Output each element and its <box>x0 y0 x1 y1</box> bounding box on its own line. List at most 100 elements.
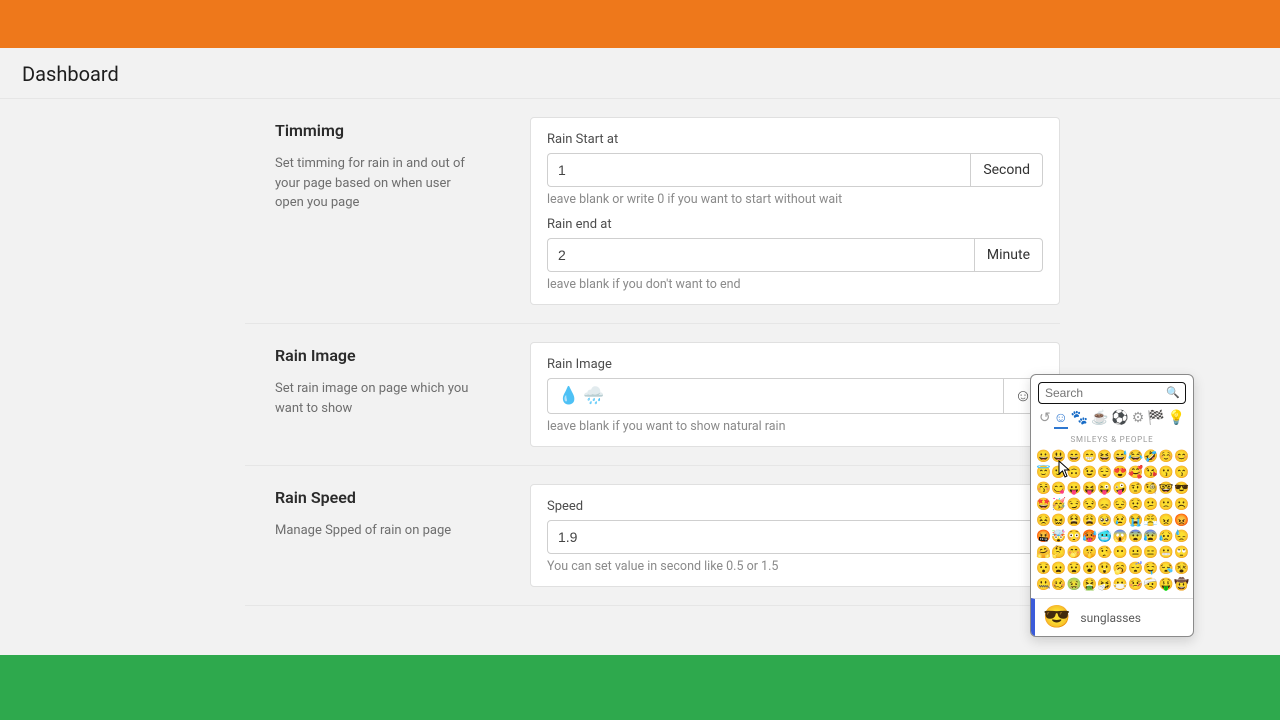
emoji-cell[interactable]: 😔 <box>1113 497 1127 511</box>
emoji-cell[interactable]: 😩 <box>1082 513 1096 527</box>
emoji-cell[interactable]: 😎 <box>1174 481 1188 495</box>
emoji-cell[interactable]: 😪 <box>1159 561 1173 575</box>
emoji-cell[interactable]: 😓 <box>1174 529 1188 543</box>
emoji-cell[interactable]: 😧 <box>1067 561 1081 575</box>
emoji-cell[interactable]: 😰 <box>1143 529 1157 543</box>
emoji-cell[interactable]: 😟 <box>1128 497 1142 511</box>
emoji-cell[interactable]: 🤤 <box>1143 561 1157 575</box>
emoji-cat-flags-icon[interactable]: 🏁 <box>1147 411 1164 429</box>
emoji-cell[interactable]: 🤯 <box>1051 529 1065 543</box>
emoji-cell[interactable]: 😛 <box>1067 481 1081 495</box>
emoji-cell[interactable]: 😳 <box>1067 529 1081 543</box>
emoji-search-input[interactable] <box>1038 382 1186 404</box>
emoji-cat-animals-icon[interactable]: 🐾 <box>1071 411 1088 429</box>
emoji-cell[interactable]: 😕 <box>1143 497 1157 511</box>
emoji-cell[interactable]: 😏 <box>1067 497 1081 511</box>
speed-input[interactable] <box>547 520 1043 554</box>
emoji-cell[interactable]: 😖 <box>1051 513 1065 527</box>
emoji-cell[interactable]: 😄 <box>1067 449 1081 463</box>
emoji-cell[interactable]: 🥺 <box>1097 513 1111 527</box>
emoji-cell[interactable]: 😢 <box>1113 513 1127 527</box>
emoji-cell[interactable]: 🙄 <box>1174 545 1188 559</box>
emoji-cell[interactable]: 😥 <box>1159 529 1173 543</box>
rain-start-input[interactable] <box>547 153 970 187</box>
emoji-cell[interactable]: 😣 <box>1036 513 1050 527</box>
emoji-cat-smileys-icon[interactable]: ☺ <box>1054 411 1068 429</box>
emoji-cell[interactable]: 😱 <box>1113 529 1127 543</box>
emoji-cell[interactable]: 🤣 <box>1143 449 1157 463</box>
emoji-cell[interactable]: 🤓 <box>1159 481 1173 495</box>
emoji-cell[interactable]: 😞 <box>1097 497 1111 511</box>
emoji-cell[interactable]: 😅 <box>1113 449 1127 463</box>
emoji-cell[interactable]: 🥳 <box>1051 497 1065 511</box>
emoji-cell[interactable]: 😴 <box>1128 561 1142 575</box>
emoji-cell[interactable]: 😀 <box>1036 449 1050 463</box>
emoji-cell[interactable]: 😍 <box>1113 465 1127 479</box>
emoji-cell[interactable]: 😒 <box>1082 497 1096 511</box>
emoji-cell[interactable]: 🤨 <box>1128 481 1142 495</box>
emoji-cell[interactable]: 🤫 <box>1082 545 1096 559</box>
emoji-cat-symbols-icon[interactable]: 💡 <box>1167 411 1184 429</box>
emoji-cell[interactable]: 😌 <box>1097 465 1111 479</box>
emoji-cell[interactable]: 🤒 <box>1128 577 1142 591</box>
emoji-cell[interactable]: 🙂 <box>1051 465 1065 479</box>
emoji-cell[interactable]: 🤭 <box>1067 545 1081 559</box>
emoji-cell[interactable]: 😑 <box>1143 545 1157 559</box>
emoji-cell[interactable]: 😉 <box>1082 465 1096 479</box>
emoji-cell[interactable]: 😆 <box>1097 449 1111 463</box>
emoji-cell[interactable]: 😭 <box>1128 513 1142 527</box>
emoji-cell[interactable]: 😷 <box>1113 577 1127 591</box>
emoji-cell[interactable]: 😮 <box>1082 561 1096 575</box>
emoji-cell[interactable]: ☹️ <box>1174 497 1188 511</box>
emoji-cell[interactable]: 😇 <box>1036 465 1050 479</box>
emoji-cell[interactable]: 😲 <box>1097 561 1111 575</box>
emoji-cell[interactable]: 🤢 <box>1067 577 1081 591</box>
emoji-cell[interactable]: 🧐 <box>1143 481 1157 495</box>
emoji-cat-objects-icon[interactable]: ⚙ <box>1132 411 1145 429</box>
emoji-cell[interactable]: 🤐 <box>1036 577 1050 591</box>
emoji-cell[interactable]: 🥴 <box>1051 577 1065 591</box>
rain-image-input[interactable]: 💧 🌧️ <box>547 378 1003 414</box>
emoji-cell[interactable]: 🤗 <box>1036 545 1050 559</box>
emoji-cell[interactable]: 🤑 <box>1159 577 1173 591</box>
emoji-cell[interactable]: 😂 <box>1128 449 1142 463</box>
emoji-cell[interactable]: 😝 <box>1082 481 1096 495</box>
emoji-cell[interactable]: 😗 <box>1159 465 1173 479</box>
emoji-cell[interactable]: 😃 <box>1051 449 1065 463</box>
emoji-cell[interactable]: 😤 <box>1143 513 1157 527</box>
emoji-cat-activity-icon[interactable]: ⚽ <box>1111 411 1128 429</box>
emoji-cell[interactable]: 😘 <box>1143 465 1157 479</box>
emoji-cell[interactable]: 🥰 <box>1128 465 1142 479</box>
emoji-cell[interactable]: 😁 <box>1082 449 1096 463</box>
emoji-cell[interactable]: 🤕 <box>1143 577 1157 591</box>
emoji-cell[interactable]: 🤔 <box>1051 545 1065 559</box>
emoji-cat-food-icon[interactable]: ☕ <box>1091 411 1108 429</box>
emoji-cell[interactable]: 😶 <box>1113 545 1127 559</box>
emoji-cell[interactable]: 🤮 <box>1082 577 1096 591</box>
emoji-cell[interactable]: 🤠 <box>1174 577 1188 591</box>
emoji-cell[interactable]: 😯 <box>1036 561 1050 575</box>
emoji-cell[interactable]: 😨 <box>1128 529 1142 543</box>
emoji-cell[interactable]: 😦 <box>1051 561 1065 575</box>
emoji-cell[interactable]: 🤥 <box>1097 545 1111 559</box>
emoji-cell[interactable]: 🥱 <box>1113 561 1127 575</box>
emoji-cell[interactable]: 🤪 <box>1113 481 1127 495</box>
emoji-cell[interactable]: 😜 <box>1097 481 1111 495</box>
emoji-cell[interactable]: 🙁 <box>1159 497 1173 511</box>
emoji-cell[interactable]: 😡 <box>1174 513 1188 527</box>
emoji-cell[interactable]: 😊 <box>1174 449 1188 463</box>
emoji-cell[interactable]: 😋 <box>1051 481 1065 495</box>
emoji-cell[interactable]: 🙃 <box>1067 465 1081 479</box>
emoji-cell[interactable]: 🥵 <box>1082 529 1096 543</box>
emoji-cell[interactable]: 🤬 <box>1036 529 1050 543</box>
emoji-cell[interactable]: 🥶 <box>1097 529 1111 543</box>
emoji-cell[interactable]: 😫 <box>1067 513 1081 527</box>
rain-end-input[interactable] <box>547 238 974 272</box>
emoji-cell[interactable]: 😠 <box>1159 513 1173 527</box>
emoji-cell[interactable]: 🤧 <box>1097 577 1111 591</box>
emoji-cell[interactable]: 😐 <box>1128 545 1142 559</box>
emoji-cell[interactable]: 😬 <box>1159 545 1173 559</box>
emoji-cell[interactable]: 😚 <box>1036 481 1050 495</box>
emoji-cell[interactable]: 🤩 <box>1036 497 1050 511</box>
emoji-cell[interactable]: ☺️ <box>1159 449 1173 463</box>
